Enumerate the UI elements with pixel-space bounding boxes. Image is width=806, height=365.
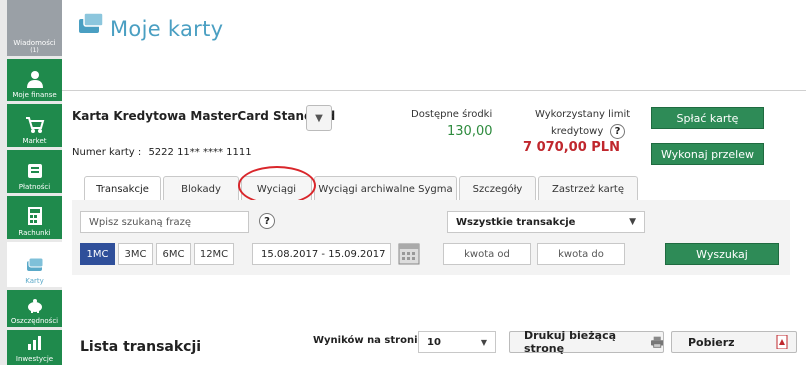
search-help-icon[interactable]: ?	[259, 213, 275, 229]
chevron-down-icon: ▼	[480, 337, 487, 347]
sidebar-item-karty[interactable]: Karty	[7, 242, 62, 287]
sidebar-item-platnosci[interactable]: Płatności	[7, 150, 62, 193]
cart-icon	[25, 117, 44, 133]
card-name: Karta Kredytowa MasterCard Standard	[72, 109, 336, 123]
available-funds-value: 130,00	[447, 124, 493, 139]
card-number-value: 5222 11** **** 1111	[148, 147, 252, 158]
sidebar-item-inwestycje[interactable]: Inwestycje	[7, 330, 62, 365]
period-3mc[interactable]: 3MC	[118, 243, 153, 265]
help-icon[interactable]: ?	[610, 124, 625, 139]
sidebar-item-moje-finanse[interactable]: Moje finanse	[7, 59, 62, 101]
used-limit-label-1: Wykorzystany limit	[535, 109, 631, 120]
amount-to-input[interactable]: kwota do	[537, 243, 625, 265]
sidebar-item-label: Rachunki	[18, 229, 51, 237]
pdf-icon	[776, 335, 788, 349]
sidebar-item-label: Moje finanse	[12, 91, 57, 99]
list-title: Lista transakcji	[80, 339, 202, 355]
card-select-dropdown[interactable]: ▼	[306, 105, 332, 131]
divider	[62, 90, 806, 91]
per-page-select[interactable]: 10 ▼	[418, 331, 496, 353]
download-button-label: Pobierz	[688, 335, 735, 349]
sidebar-item-label: Płatności	[18, 183, 51, 191]
piggy-bank-icon	[27, 299, 42, 313]
sidebar-item-label: Market	[22, 137, 47, 145]
print-button-label: Drukuj bieżącą stronę	[524, 329, 617, 355]
page-title: Moje karty	[110, 17, 224, 41]
chevron-down-icon: ▼	[315, 112, 323, 124]
transaction-type-select[interactable]: Wszystkie transakcje ▼	[447, 211, 645, 233]
date-range-input[interactable]: 15.08.2017 - 15.09.2017	[252, 243, 391, 265]
chart-icon	[27, 336, 41, 350]
sidebar-item-label: Oszczędności	[10, 317, 59, 325]
sidebar-item-sublabel: (1)	[30, 47, 39, 54]
sidebar-item-oszczednosci[interactable]: Oszczędności	[7, 290, 62, 327]
card-number-label: Numer karty :	[72, 147, 142, 158]
per-page-value: 10	[427, 336, 441, 348]
available-funds-label: Dostępne środki	[411, 109, 493, 120]
card-header-icon	[79, 12, 104, 33]
period-1mc[interactable]: 1MC	[80, 243, 115, 265]
calculator-icon	[27, 207, 42, 225]
used-limit-value: 7 070,00 PLN	[523, 140, 620, 155]
tab-wyciagi-archiwalne[interactable]: Wyciągi archiwalne Sygma	[314, 176, 457, 201]
search-input[interactable]: Wpisz szukaną frazę	[80, 211, 249, 233]
sidebar-item-rachunki[interactable]: Rachunki	[7, 196, 62, 239]
print-page-button[interactable]: Drukuj bieżącą stronę	[509, 329, 664, 355]
user-icon	[26, 71, 43, 88]
sidebar-item-wiadomosci[interactable]: Wiadomości (1)	[7, 0, 62, 56]
sidebar: Wiadomości (1) Moje finanse Market Płatn…	[0, 0, 62, 365]
sidebar-item-label: Wiadomości	[13, 39, 56, 47]
sidebar-item-label: Inwestycje	[15, 355, 54, 363]
sidebar-item-label: Karty	[25, 277, 44, 285]
used-limit-label-2: kredytowy	[551, 126, 604, 137]
tab-blokady[interactable]: Blokady	[163, 176, 239, 201]
chevron-down-icon: ▼	[629, 217, 636, 227]
make-transfer-button[interactable]: Wykonaj przelew	[651, 143, 764, 165]
tab-transakcje[interactable]: Transakcje	[84, 176, 161, 202]
pay-card-button[interactable]: Spłać kartę	[651, 107, 764, 129]
transaction-type-value: Wszystkie transakcje	[456, 216, 576, 228]
payment-icon	[27, 164, 42, 178]
sidebar-item-market[interactable]: Market	[7, 104, 62, 147]
amount-from-input[interactable]: kwota od	[443, 243, 531, 265]
calendar-icon[interactable]	[398, 241, 420, 265]
tab-szczegoly[interactable]: Szczegóły	[459, 176, 536, 201]
tab-zastrzez-karte[interactable]: Zastrzeż kartę	[538, 176, 638, 201]
per-page-label: Wyników na stronie	[313, 335, 425, 346]
card-icon	[26, 257, 43, 271]
printer-icon	[650, 336, 663, 348]
download-button[interactable]: Pobierz	[671, 331, 797, 353]
period-12mc[interactable]: 12MC	[194, 243, 234, 265]
period-6mc[interactable]: 6MC	[156, 243, 191, 265]
card-number: Numer karty : 5222 11** **** 1111	[72, 147, 252, 158]
search-button[interactable]: Wyszukaj	[665, 243, 779, 265]
